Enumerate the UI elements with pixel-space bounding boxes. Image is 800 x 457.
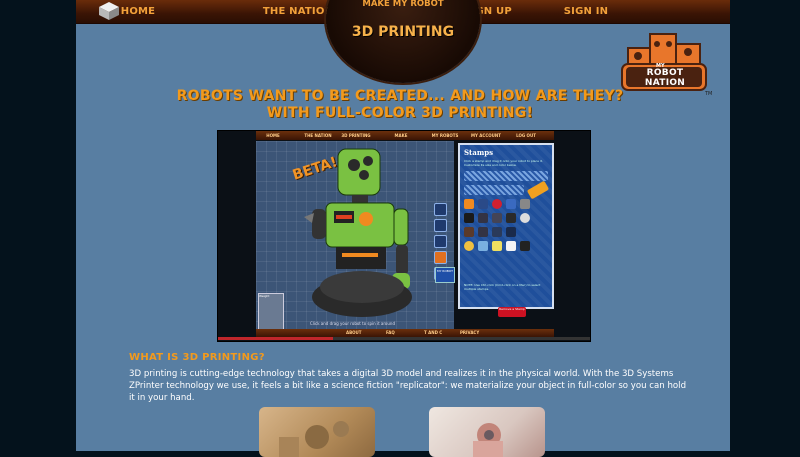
page-headline: ROBOTS WANT TO BE CREATED... AND HOW ARE… [150, 88, 650, 122]
remove-stamp-button[interactable]: Remove a Stamp [498, 307, 526, 317]
headline-line-2: WITH FULL-COLOR 3D PRINTING! [266, 105, 534, 121]
diamond-stamp-icon[interactable] [506, 241, 516, 251]
screenshot-nav-item: LOG OUT [516, 133, 536, 138]
footer-link: ABOUT [346, 330, 362, 335]
wrench-stamp-icon[interactable] [478, 213, 488, 223]
screenshot-nav-item: HOME [266, 133, 280, 138]
stamp-tool-icon[interactable] [434, 251, 447, 264]
stripe-stamp[interactable] [464, 185, 524, 195]
footer-link: FAQ [386, 330, 395, 335]
stripe-stamp[interactable] [464, 171, 548, 181]
nav-sign-in-link[interactable]: SIGN IN [556, 0, 616, 23]
headline-line-1: ROBOTS WANT TO BE CREATED... AND HOW ARE… [176, 88, 624, 104]
screenshot-nav-item: 3D PRINTING [341, 133, 371, 138]
trademark-symbol: TM [705, 91, 713, 97]
robot-print-thumbnail[interactable] [429, 407, 545, 457]
screenshot-nav-item: MY ACCOUNT [471, 133, 501, 138]
bug-stamp-icon[interactable] [464, 227, 474, 237]
leaf-stamp-icon[interactable] [506, 227, 516, 237]
spider-stamp-icon[interactable] [478, 227, 488, 237]
gem-stamp-icon[interactable] [492, 241, 502, 251]
screenshot-nav-item: MY ROBOTS [431, 133, 459, 138]
stamp-grid [464, 171, 550, 255]
diamond-stamp-icon[interactable] [478, 241, 488, 251]
nav-home-link[interactable]: HOME [108, 0, 168, 23]
screenshot-nav-item: MAKE [394, 133, 408, 138]
section-body: 3D printing is cutting-edge technology t… [129, 369, 687, 403]
robot-workspace: BETA! Weight Click and drag your robot t… [256, 141, 454, 331]
bolt-stamp[interactable] [526, 180, 550, 200]
screenshot-nav-item: THE NATION [304, 133, 332, 138]
sun-stamp-icon[interactable] [464, 241, 474, 251]
stamps-description: Click a stamp and drag it onto your robo… [464, 159, 543, 167]
star-stamp-icon[interactable] [478, 199, 488, 209]
stamps-panel: Stamps Click a stamp and drag it onto yo… [458, 143, 554, 309]
screenshot-nav: HOME THE NATION 3D PRINTING MAKE MY ROBO… [256, 131, 554, 140]
my-robot-button[interactable]: MY ROBOT [435, 267, 455, 283]
skull-stamp-icon[interactable] [506, 213, 516, 223]
claw-stamp-icon[interactable] [492, 227, 502, 237]
footer-link: PRIVACY [460, 330, 480, 335]
info-stamp-icon[interactable] [520, 213, 530, 223]
gear-stamp-icon[interactable] [464, 213, 474, 223]
gear-tool-icon[interactable] [434, 219, 447, 232]
weight-label: Weight [259, 294, 270, 298]
drop-stamp-icon[interactable] [506, 199, 516, 209]
spin-hint: Click and drag your robot to spin it aro… [310, 321, 395, 326]
footer-link: T AND C [424, 330, 443, 335]
app-screenshot: HOME THE NATION 3D PRINTING MAKE MY ROBO… [217, 130, 591, 342]
robot-figure-icon [304, 148, 412, 317]
nav-the-nation-link[interactable]: THE NATION [262, 0, 334, 23]
logo-text: ROBOT NATION [644, 68, 686, 88]
heart-stamp-icon[interactable] [492, 199, 502, 209]
nav-3d-printing-tab[interactable]: 3D PRINTING [340, 24, 466, 40]
stamps-title: Stamps [464, 148, 494, 157]
nav-make-my-robot-link[interactable]: MAKE MY ROBOT [362, 0, 444, 9]
progress-fill [218, 337, 334, 340]
paint-tool-icon[interactable] [434, 235, 447, 248]
screw-stamp-icon[interactable] [520, 241, 530, 251]
plus-stamp-icon[interactable] [464, 199, 474, 209]
weight-panel: Weight [258, 293, 284, 331]
wrench-tool-icon[interactable] [434, 203, 447, 216]
screenshot-footer: ABOUT FAQ T AND C PRIVACY [256, 329, 554, 337]
video-progress-bar[interactable] [218, 337, 590, 340]
bolt-stamp-icon[interactable] [520, 199, 530, 209]
stamps-footer-note: NOTE: Use Ctrl-click (Cmd-click on a Mac… [464, 283, 541, 291]
sand-print-thumbnail[interactable] [259, 407, 375, 457]
section-title: WHAT IS 3D PRINTING? [129, 352, 265, 363]
star-stamp-icon[interactable] [492, 213, 502, 223]
